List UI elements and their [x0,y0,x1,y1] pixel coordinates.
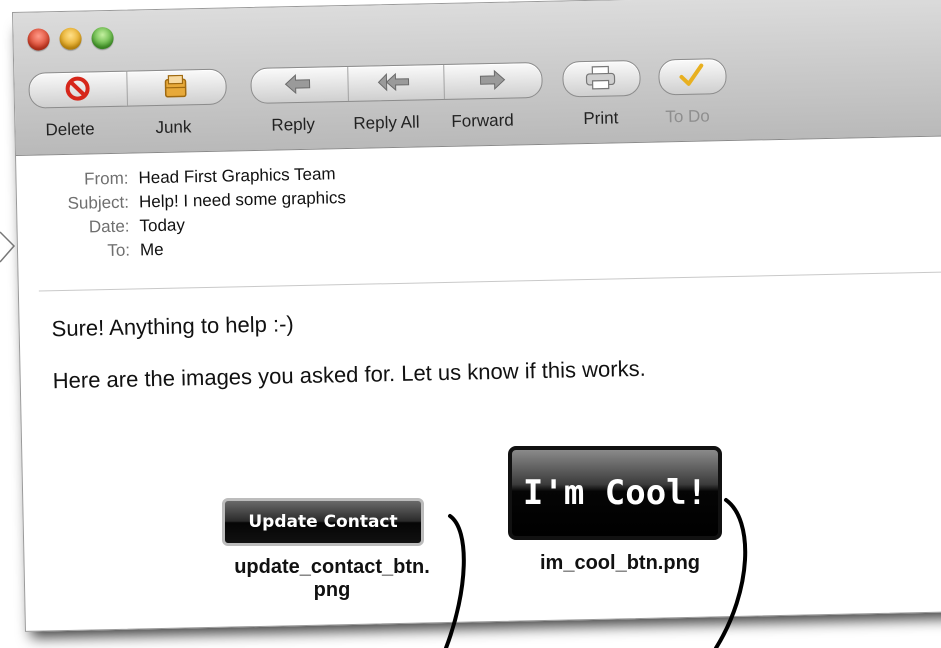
close-window-button[interactable] [27,28,50,51]
to-value: Me [139,239,164,260]
reply-icon [284,73,311,95]
forward-label: Forward [451,110,514,131]
subject-key: Subject: [67,192,130,213]
update-contact-filename-line1: update_contact_btn. [234,556,430,578]
subject-value: Help! I need some graphics [138,188,347,212]
todo-icon [679,63,704,86]
from-key: From: [83,168,129,189]
delete-label: Delete [45,119,95,140]
toolbar: Delete Junk Reply Reply All Forward Prin… [13,0,941,156]
todo-label: To Do [665,106,710,127]
reply-all-icon [377,72,410,92]
reply-all-button[interactable] [346,64,443,100]
to-key: To: [107,240,131,261]
from-value: Head First Graphics Team [138,164,336,188]
body-line-2: Here are the images you asked for. Let u… [52,355,646,394]
todo-icon-wrap [658,58,725,93]
date-key: Date: [88,216,130,237]
junk-icon [164,74,187,98]
forward-icon [479,69,506,91]
annotation-arrow-tip [0,231,16,263]
reply-all-label: Reply All [353,112,420,133]
reply-label: Reply [271,114,316,135]
print-label: Print [583,108,619,129]
body-line-1: Sure! Anything to help :-) [51,311,294,342]
delete-icon [65,76,90,101]
im-cool-button-image: I'm Cool! [508,446,722,540]
header-separator [38,269,941,292]
reply-button[interactable] [250,66,347,102]
zoom-window-button[interactable] [91,26,114,50]
update-contact-filename-line2: png [313,579,351,601]
junk-button[interactable] [125,69,225,105]
print-icon-wrap [562,60,639,96]
im-cool-filename: im_cool_btn.png [540,552,700,574]
update-contact-filename: update_contact_btn. png [212,556,452,602]
delete-button[interactable] [28,71,126,107]
forward-button[interactable] [442,62,541,98]
print-icon [585,65,616,90]
update-contact-button-image: Update Contact [222,498,424,546]
date-value: Today [139,215,186,236]
junk-label: Junk [155,117,192,138]
mail-window: Delete Junk Reply Reply All Forward Prin… [12,0,941,632]
minimize-window-button[interactable] [59,27,82,51]
message-headers: From: Head First Graphics Team Subject: … [16,160,536,260]
